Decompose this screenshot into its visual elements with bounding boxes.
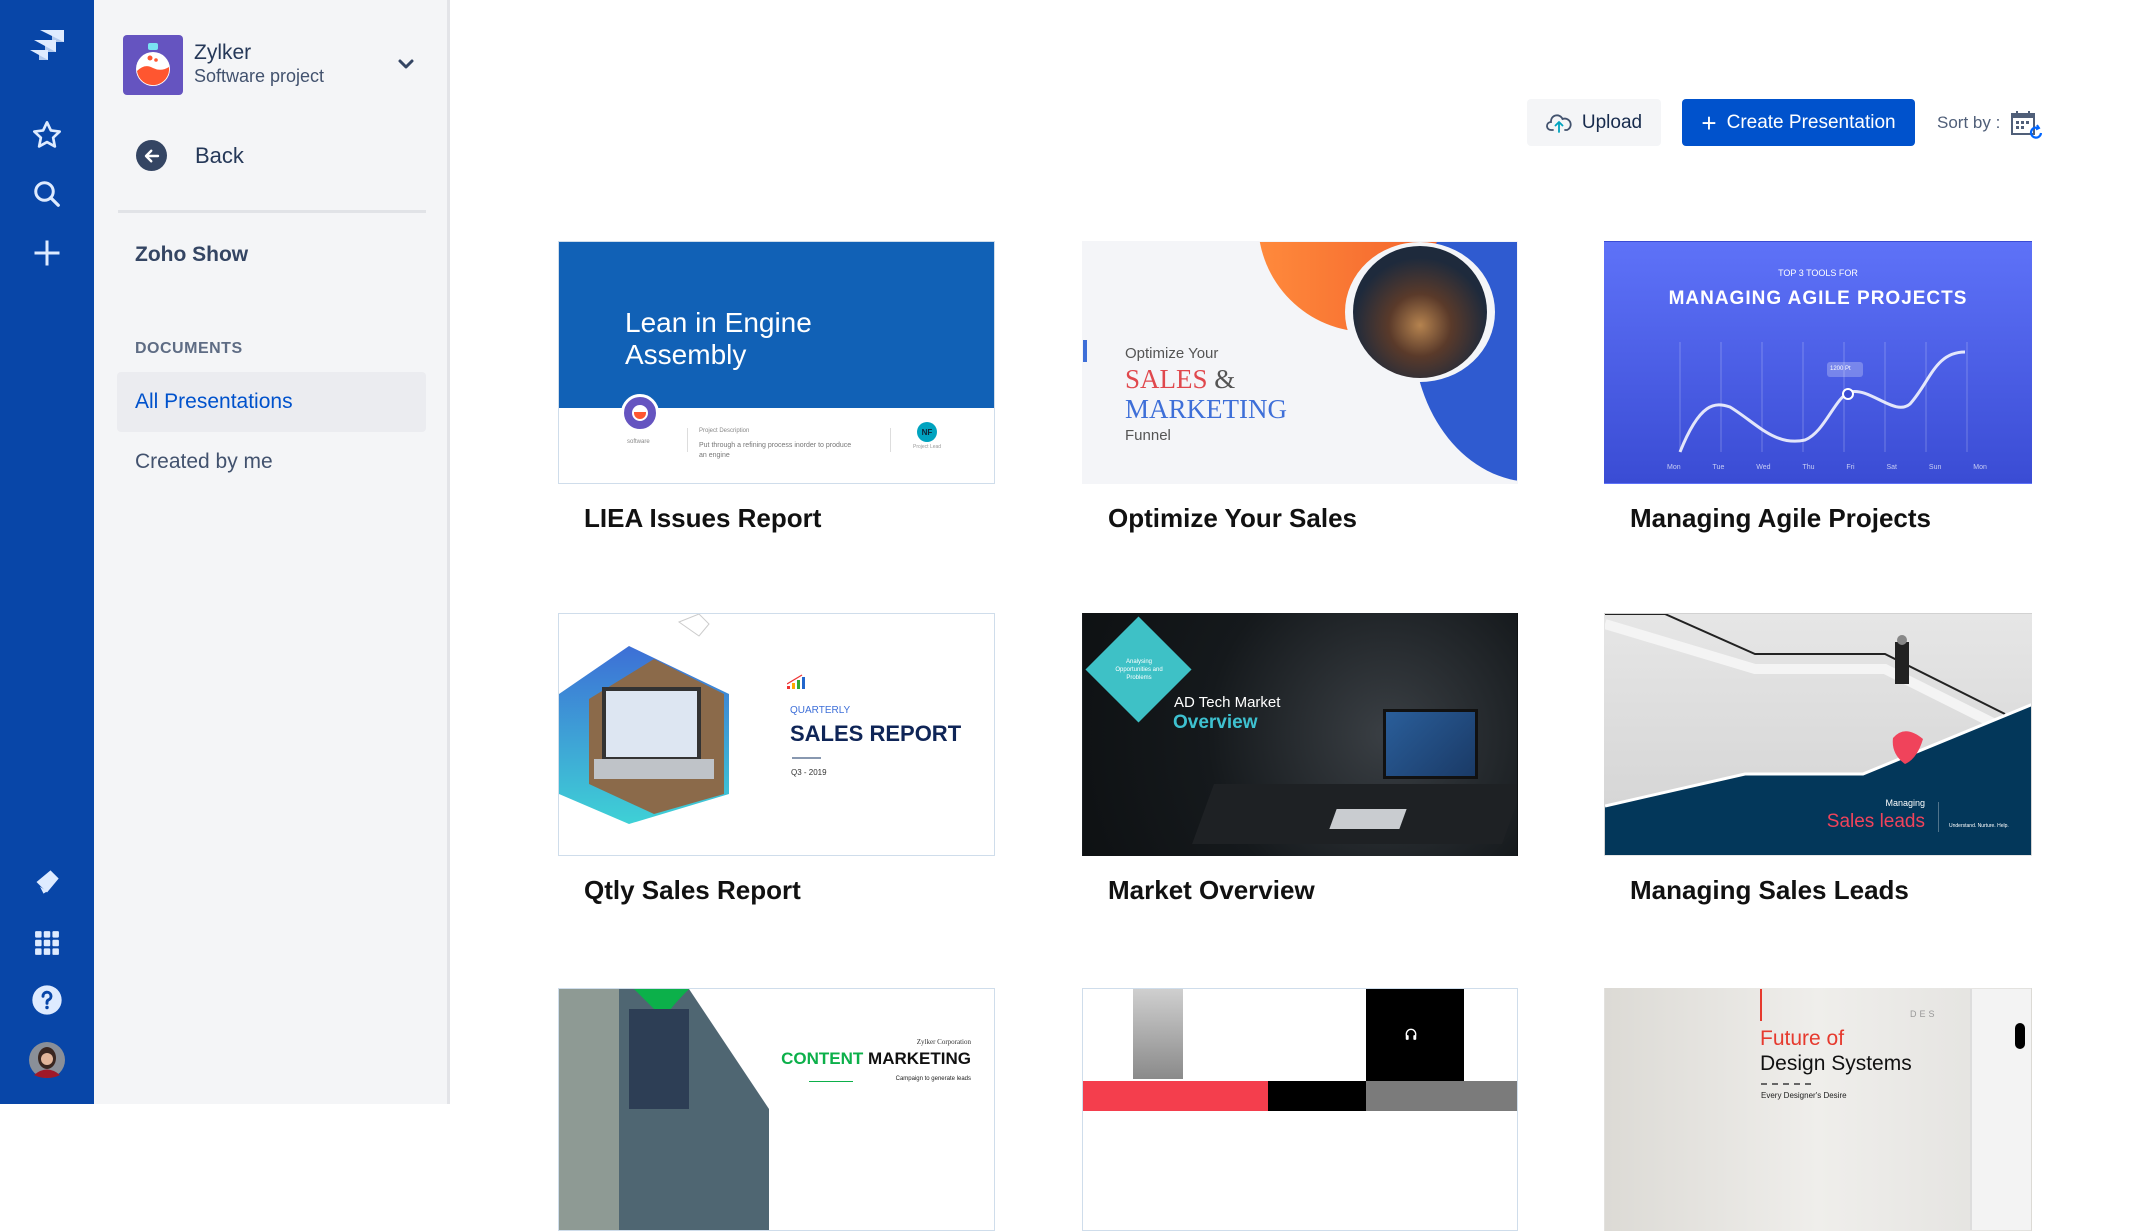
slide-thumbnail: Lean in Engine Assembly software Project… — [558, 241, 995, 484]
monitor-image — [1383, 709, 1478, 779]
arrow-left-icon — [136, 140, 167, 171]
help-icon[interactable] — [22, 975, 72, 1025]
presentation-card[interactable]: Zylker Corporation CONTENT MARKETING Cam… — [558, 988, 995, 1231]
app-name-heading: Zoho Show — [135, 243, 249, 266]
slide-thumbnail: Analysing Opportunities and Problems AD … — [1082, 613, 1518, 856]
chart-day-labels: Mon Tue Wed Thu Fri Sat Sun Mon — [1667, 464, 1987, 471]
presentation-title[interactable]: LIEA Issues Report — [584, 503, 821, 534]
presentation-card[interactable] — [1082, 988, 1518, 1231]
search-icon[interactable] — [22, 169, 72, 219]
presentation-title[interactable]: Optimize Your Sales — [1108, 503, 1357, 534]
presentation-card[interactable]: Analysing Opportunities and Problems AD … — [1082, 613, 1518, 905]
slide-thumbnail — [1082, 988, 1518, 1231]
presentation-card[interactable]: Optimize Your SALES & MARKETING Funnel O… — [1082, 241, 1518, 533]
project-avatar-icon — [123, 35, 183, 95]
app-logo-icon[interactable] — [22, 20, 72, 70]
create-presentation-button[interactable]: + Create Presentation — [1682, 99, 1915, 146]
presentation-title[interactable]: Qtly Sales Report — [584, 875, 801, 906]
create-label: Create Presentation — [1726, 111, 1896, 133]
plus-icon: + — [1701, 107, 1717, 138]
bar-chart-icon — [786, 674, 807, 690]
slide-thumbnail: DES Future of Design Systems Every Desig… — [1604, 988, 2032, 1231]
megaphone-icon[interactable] — [22, 857, 72, 907]
slide-heading: Lean in Engine — [625, 307, 812, 338]
sidebar-item-created-by-me[interactable]: Created by me — [117, 432, 426, 492]
presentation-title[interactable]: Market Overview — [1108, 875, 1315, 906]
photo-image — [1133, 989, 1183, 1079]
documents-section-label: DOCUMENTS — [135, 340, 243, 357]
presentation-card[interactable]: QUARTERLY SALES REPORT Q3 - 2019 Qtly Sa… — [558, 613, 995, 905]
flask-icon — [621, 394, 659, 432]
presentation-title[interactable]: Managing Agile Projects — [1630, 503, 1931, 534]
upload-label: Upload — [1581, 111, 1643, 133]
project-sidebar: Zylker Software project Back Zoho Show D… — [94, 0, 450, 1104]
slide-thumbnail: Zylker Corporation CONTENT MARKETING Cam… — [558, 988, 995, 1231]
presentation-card[interactable]: DES Future of Design Systems Every Desig… — [1604, 988, 2032, 1231]
slide-thumbnail: Managing Sales leads Understand. Nurture… — [1604, 613, 2032, 856]
photo-image — [1353, 246, 1487, 378]
presentation-card[interactable]: Managing Sales leads Understand. Nurture… — [1604, 613, 2032, 905]
star-icon[interactable] — [22, 110, 72, 160]
project-type: Software project — [194, 66, 325, 86]
presentation-title[interactable]: Managing Sales Leads — [1630, 875, 1909, 906]
slide-thumbnail: Optimize Your SALES & MARKETING Funnel — [1082, 241, 1518, 484]
calendar-sort-icon[interactable] — [2010, 110, 2044, 140]
headphones-icon — [1404, 1027, 1418, 1044]
back-label: Back — [195, 142, 244, 168]
presentation-card[interactable]: TOP 3 TOOLS FOR MANAGING AGILE PROJECTS … — [1604, 241, 2032, 533]
presentation-card[interactable]: Lean in Engine Assembly software Project… — [558, 241, 995, 533]
agile-line-chart — [1678, 342, 1968, 453]
slide-thumbnail: QUARTERLY SALES REPORT Q3 - 2019 — [558, 613, 995, 856]
sort-by-label: Sort by : — [1937, 113, 2001, 132]
project-name: Zylker — [194, 41, 252, 64]
user-avatar[interactable] — [22, 1035, 72, 1085]
chevron-down-icon[interactable] — [394, 52, 418, 76]
app-switcher-icon[interactable] — [22, 918, 72, 968]
sidebar-item-all-presentations[interactable]: All Presentations — [117, 372, 426, 432]
global-nav-rail — [0, 0, 94, 1104]
create-plus-icon[interactable] — [22, 228, 72, 278]
sidebar-divider — [118, 210, 426, 213]
cloud-upload-icon — [1546, 113, 1572, 133]
slide-thumbnail: TOP 3 TOOLS FOR MANAGING AGILE PROJECTS … — [1604, 241, 2032, 484]
slide-heading: Assembly — [625, 339, 747, 370]
back-button[interactable]: Back — [136, 140, 244, 171]
upload-button[interactable]: Upload — [1527, 99, 1661, 146]
